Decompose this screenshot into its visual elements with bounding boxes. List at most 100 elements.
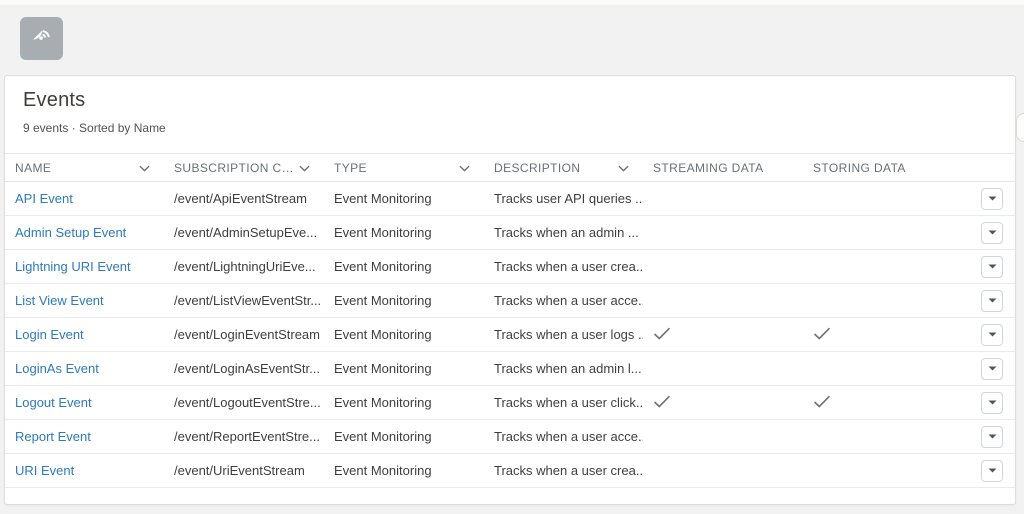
chevron-down-icon[interactable] xyxy=(299,161,310,175)
chevron-down-icon[interactable] xyxy=(139,161,150,175)
column-header-type[interactable]: TYPE xyxy=(324,153,484,182)
type-cell: Event Monitoring xyxy=(324,419,484,454)
storing-data-cell xyxy=(803,419,968,454)
description-cell: Tracks when a user crea... xyxy=(484,249,643,284)
name-cell: Admin Setup Event xyxy=(5,215,164,250)
table-row: Admin Setup Event /event/AdminSetupEve..… xyxy=(5,215,1015,250)
row-actions-dropdown-button[interactable] xyxy=(981,391,1003,414)
storing-data-cell xyxy=(803,385,968,420)
event-name-link[interactable]: LoginAs Event xyxy=(15,361,99,376)
name-cell: Report Event xyxy=(5,419,164,454)
name-cell: Lightning URI Event xyxy=(5,249,164,284)
subscription-channel-cell: /event/ReportEventStre... xyxy=(164,419,324,454)
chevron-down-icon[interactable] xyxy=(459,161,470,175)
table-row: Lightning URI Event /event/LightningUriE… xyxy=(5,249,1015,284)
row-actions-cell xyxy=(968,283,1015,318)
event-name-link[interactable]: Admin Setup Event xyxy=(15,225,126,240)
right-edge-panel-handle[interactable] xyxy=(1016,113,1024,142)
events-list-view-card: Events 9 events · Sorted by Name NAME SU… xyxy=(4,75,1016,505)
row-actions-cell xyxy=(968,181,1015,216)
table-row: LoginAs Event /event/LoginAsEventStr... … xyxy=(5,351,1015,386)
list-view-summary: 9 events · Sorted by Name xyxy=(23,121,166,135)
table-row: Login Event /event/LoginEventStream Even… xyxy=(5,317,1015,352)
table-row: List View Event /event/ListViewEventStr.… xyxy=(5,283,1015,318)
row-actions-dropdown-button[interactable] xyxy=(981,289,1003,312)
type-cell: Event Monitoring xyxy=(324,351,484,386)
type-cell: Event Monitoring xyxy=(324,181,484,216)
name-cell: URI Event xyxy=(5,453,164,488)
events-entity-icon-tile xyxy=(20,17,63,60)
column-header-actions xyxy=(968,153,1015,182)
row-actions-cell xyxy=(968,317,1015,352)
list-view-header: Events 9 events · Sorted by Name xyxy=(5,76,1015,153)
storing-data-cell xyxy=(803,317,968,352)
subscription-channel-cell: /event/LogoutEventStre... xyxy=(164,385,324,420)
table-header-row: NAME SUBSCRIPTION CH... TYPE DESCRIPTION… xyxy=(5,153,1015,182)
table-row: Logout Event /event/LogoutEventStre... E… xyxy=(5,385,1015,420)
name-cell: LoginAs Event xyxy=(5,351,164,386)
storing-check-icon xyxy=(813,327,831,343)
column-header-description[interactable]: DESCRIPTION xyxy=(484,153,643,182)
events-broadcast-icon xyxy=(28,25,55,52)
page-title: Events xyxy=(23,89,86,111)
streaming-data-cell xyxy=(643,215,803,250)
row-actions-dropdown-button[interactable] xyxy=(981,255,1003,278)
row-actions-cell xyxy=(968,249,1015,284)
streaming-data-cell xyxy=(643,419,803,454)
type-cell: Event Monitoring xyxy=(324,215,484,250)
subscription-channel-cell: /event/LightningUriEve... xyxy=(164,249,324,284)
storing-data-cell xyxy=(803,351,968,386)
type-cell: Event Monitoring xyxy=(324,385,484,420)
streaming-check-icon xyxy=(653,327,671,343)
table-row: API Event /event/ApiEventStream Event Mo… xyxy=(5,181,1015,216)
table-row: URI Event /event/UriEventStream Event Mo… xyxy=(5,453,1015,488)
column-header-subscription-channel[interactable]: SUBSCRIPTION CH... xyxy=(164,153,324,182)
row-actions-dropdown-button[interactable] xyxy=(981,221,1003,244)
storing-data-cell xyxy=(803,249,968,284)
streaming-data-cell xyxy=(643,385,803,420)
description-cell: Tracks when an admin l... xyxy=(484,351,643,386)
subscription-channel-cell: /event/ApiEventStream xyxy=(164,181,324,216)
chevron-down-icon[interactable] xyxy=(618,161,629,175)
storing-data-cell xyxy=(803,453,968,488)
name-cell: Logout Event xyxy=(5,385,164,420)
type-cell: Event Monitoring xyxy=(324,283,484,318)
row-actions-dropdown-button[interactable] xyxy=(981,187,1003,210)
event-name-link[interactable]: Login Event xyxy=(15,327,84,342)
description-cell: Tracks when a user click... xyxy=(484,385,643,420)
storing-data-cell xyxy=(803,181,968,216)
row-actions-dropdown-button[interactable] xyxy=(981,323,1003,346)
streaming-check-icon xyxy=(653,395,671,411)
event-name-link[interactable]: List View Event xyxy=(15,293,104,308)
name-cell: Login Event xyxy=(5,317,164,352)
column-header-name[interactable]: NAME xyxy=(5,153,164,182)
column-header-streaming-data: STREAMING DATA xyxy=(643,153,803,182)
name-cell: List View Event xyxy=(5,283,164,318)
row-actions-dropdown-button[interactable] xyxy=(981,357,1003,380)
event-name-link[interactable]: Lightning URI Event xyxy=(15,259,131,274)
name-cell: API Event xyxy=(5,181,164,216)
event-name-link[interactable]: API Event xyxy=(15,191,73,206)
storing-data-cell xyxy=(803,283,968,318)
row-actions-cell xyxy=(968,453,1015,488)
description-cell: Tracks when a user logs ... xyxy=(484,317,643,352)
row-actions-cell xyxy=(968,419,1015,454)
subscription-channel-cell: /event/UriEventStream xyxy=(164,453,324,488)
streaming-data-cell xyxy=(643,181,803,216)
streaming-data-cell xyxy=(643,283,803,318)
row-actions-cell xyxy=(968,385,1015,420)
subscription-channel-cell: /event/ListViewEventStr... xyxy=(164,283,324,318)
description-cell: Tracks when an admin ... xyxy=(484,215,643,250)
event-name-link[interactable]: Report Event xyxy=(15,429,91,444)
storing-data-cell xyxy=(803,215,968,250)
event-name-link[interactable]: Logout Event xyxy=(15,395,92,410)
event-name-link[interactable]: URI Event xyxy=(15,463,74,478)
events-table: NAME SUBSCRIPTION CH... TYPE DESCRIPTION… xyxy=(5,153,1015,488)
description-cell: Tracks when a user crea... xyxy=(484,453,643,488)
row-actions-cell xyxy=(968,351,1015,386)
type-cell: Event Monitoring xyxy=(324,317,484,352)
type-cell: Event Monitoring xyxy=(324,453,484,488)
row-actions-dropdown-button[interactable] xyxy=(981,459,1003,482)
subscription-channel-cell: /event/LoginAsEventStr... xyxy=(164,351,324,386)
row-actions-dropdown-button[interactable] xyxy=(981,425,1003,448)
